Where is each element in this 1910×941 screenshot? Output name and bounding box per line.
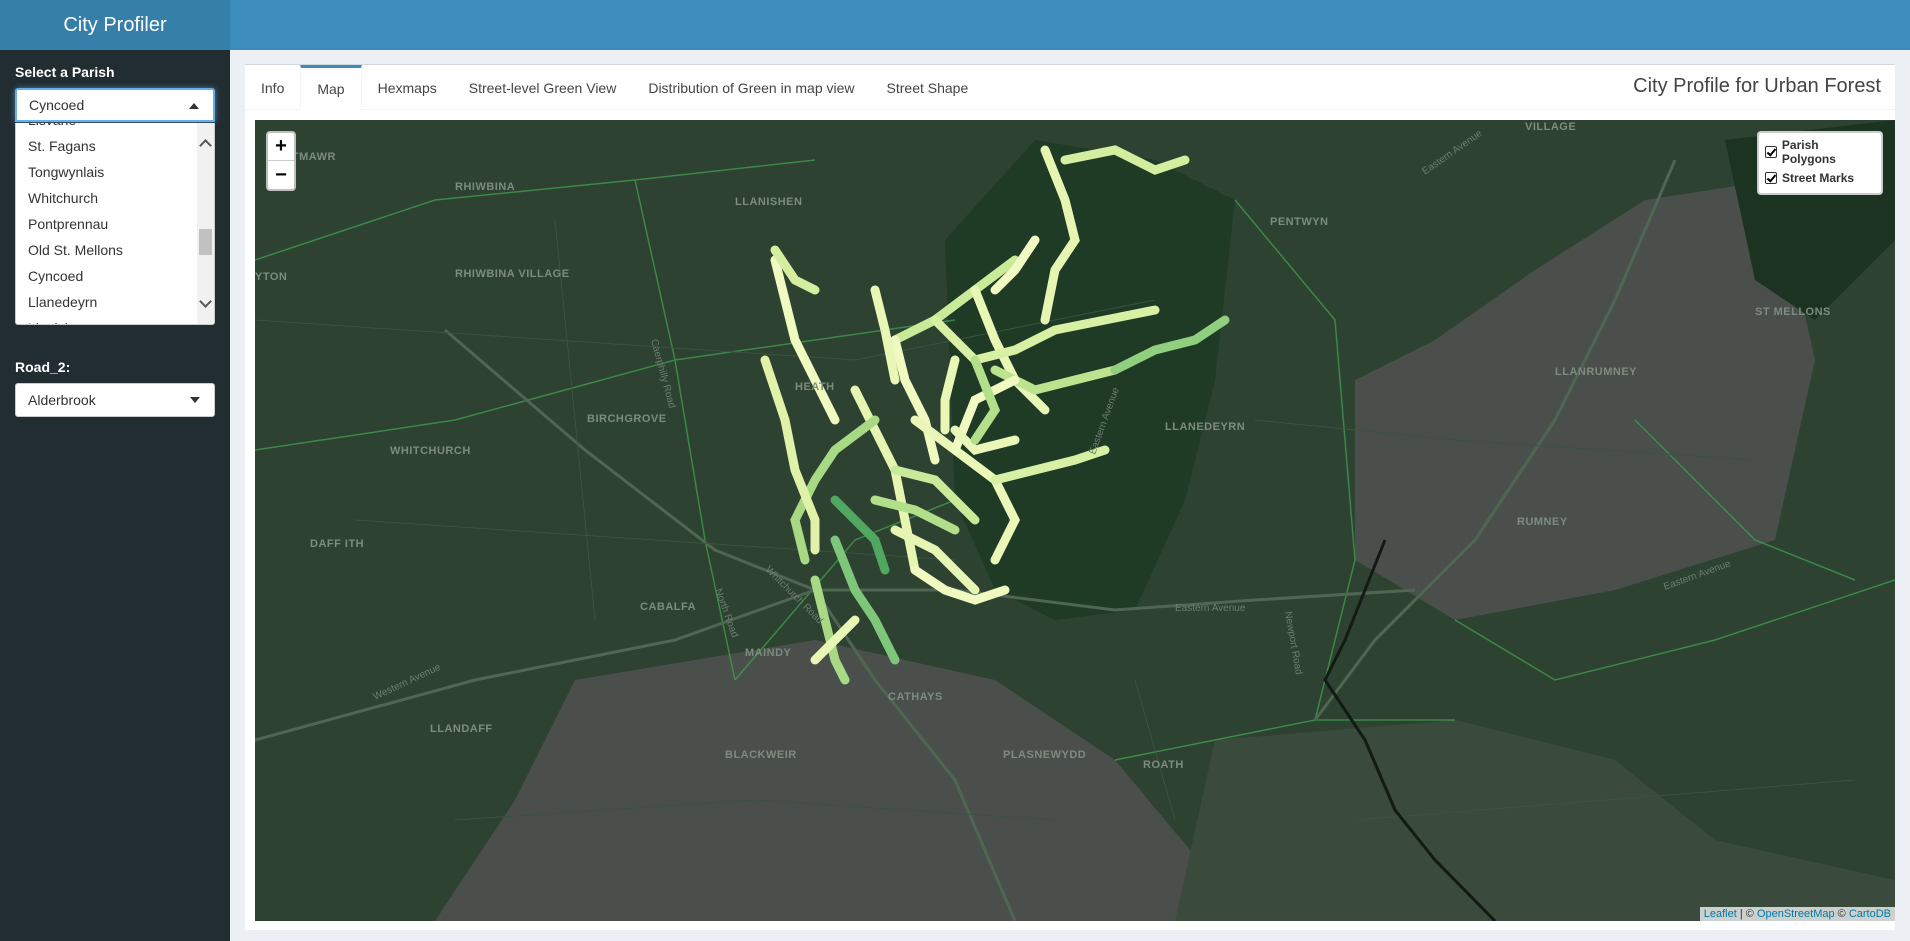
parish-option-lisvane[interactable]: Lisvane <box>16 123 198 133</box>
tab-distribution-of-green[interactable]: Distribution of Green in map view <box>632 65 870 110</box>
attribution-separator: © <box>1834 908 1849 920</box>
road-select-value: Alderbrook <box>28 392 96 408</box>
scroll-up-icon[interactable] <box>199 139 212 152</box>
parish-dropdown-list[interactable]: Lisvane St. Fagans Tongwynlais Whitchurc… <box>15 123 215 325</box>
place-label: LLANDAFF <box>430 723 493 735</box>
tab-hexmaps[interactable]: Hexmaps <box>362 65 453 110</box>
place-label: RHIWBINA VILLAGE <box>455 268 570 280</box>
zoom-in-button[interactable]: + <box>268 133 294 161</box>
content-box: Info Map Hexmaps Street-level Green View… <box>245 64 1895 930</box>
parish-option-llanishen[interactable]: Llanishen <box>16 315 198 324</box>
place-label: RUMNEY <box>1517 516 1568 528</box>
place-label: LLANISHEN <box>735 196 802 208</box>
tab-map[interactable]: Map <box>300 65 362 110</box>
place-label: HEATH <box>795 381 835 393</box>
caret-down-icon <box>190 397 200 403</box>
osm-link[interactable]: OpenStreetMap <box>1757 908 1835 920</box>
map-attribution: Leaflet | © OpenStreetMap © CartoDB <box>1699 907 1895 921</box>
leaflet-map[interactable]: VILLAGE ANTMAWR RHIWBINA LLANISHEN PENTW… <box>255 120 1895 921</box>
layer-control: Parish Polygons Street Marks <box>1757 131 1883 195</box>
place-label: BLACKWEIR <box>725 749 797 761</box>
road-select[interactable]: Alderbrook <box>15 383 215 417</box>
place-label: VILLAGE <box>1525 121 1576 133</box>
road-label: Eastern Avenue <box>1175 603 1246 614</box>
tab-street-level-green-view[interactable]: Street-level Green View <box>453 65 633 110</box>
road-select-label: Road_2: <box>15 359 71 375</box>
box-title: City Profile for Urban Forest <box>1633 75 1881 97</box>
checkbox-checked-icon[interactable] <box>1765 172 1777 184</box>
parish-option-cyncoed[interactable]: Cyncoed <box>16 263 198 289</box>
app-logo[interactable]: City Profiler <box>0 0 230 50</box>
carto-link[interactable]: CartoDB <box>1849 908 1891 920</box>
parish-option-old-st-mellons[interactable]: Old St. Mellons <box>16 237 198 263</box>
place-label: BIRCHGROVE <box>587 413 667 425</box>
layer-street-marks[interactable]: Street Marks <box>1765 165 1875 191</box>
zoom-control: + − <box>266 131 296 191</box>
caret-up-icon <box>189 103 199 109</box>
tab-street-shape[interactable]: Street Shape <box>871 65 985 110</box>
parish-option-pontprennau[interactable]: Pontprennau <box>16 211 198 237</box>
scrollbar-thumb[interactable] <box>199 229 212 255</box>
layer-label: Parish Polygons <box>1781 138 1836 166</box>
place-label: CABALFA <box>640 601 696 613</box>
place-label: ST MELLONS <box>1755 306 1831 318</box>
tab-info[interactable]: Info <box>245 65 300 110</box>
place-label: LLANEDEYRN <box>1165 421 1245 433</box>
place-label: DAFF ITH <box>310 538 364 550</box>
zoom-out-button[interactable]: − <box>268 161 294 189</box>
place-label: PENTWYN <box>1270 216 1329 228</box>
dropdown-scrollbar[interactable] <box>197 123 214 324</box>
attribution-separator: | © <box>1736 908 1757 920</box>
place-label: PLASNEWYDD <box>1003 749 1086 761</box>
place-label: ROATH <box>1143 759 1184 771</box>
parish-option-st-fagans[interactable]: St. Fagans <box>16 133 198 159</box>
place-label: LLANRUMNEY <box>1555 366 1637 378</box>
parish-select[interactable]: Cyncoed <box>15 88 215 122</box>
map-tiles: VILLAGE ANTMAWR RHIWBINA LLANISHEN PENTW… <box>255 120 1895 921</box>
layer-label: Street Marks <box>1782 171 1855 185</box>
place-label: MAINDY <box>745 647 792 659</box>
place-label: CATHAYS <box>888 691 943 703</box>
scroll-down-icon[interactable] <box>199 295 212 308</box>
top-navbar <box>230 0 1910 50</box>
layer-parish-polygons[interactable]: Parish Polygons <box>1765 138 1875 166</box>
place-label: RHIWBINA <box>455 181 515 193</box>
checkbox-checked-icon[interactable] <box>1765 146 1777 158</box>
parish-option-whitchurch[interactable]: Whitchurch <box>16 185 198 211</box>
parish-option-llanedeyrn[interactable]: Llanedeyrn <box>16 289 198 315</box>
place-label: WHITCHURCH <box>390 445 471 457</box>
leaflet-link[interactable]: Leaflet <box>1704 908 1737 920</box>
place-label: YTON <box>255 271 287 283</box>
parish-select-value: Cyncoed <box>29 97 85 113</box>
parish-select-label: Select a Parish <box>15 64 115 80</box>
parish-option-tongwynlais[interactable]: Tongwynlais <box>16 159 198 185</box>
